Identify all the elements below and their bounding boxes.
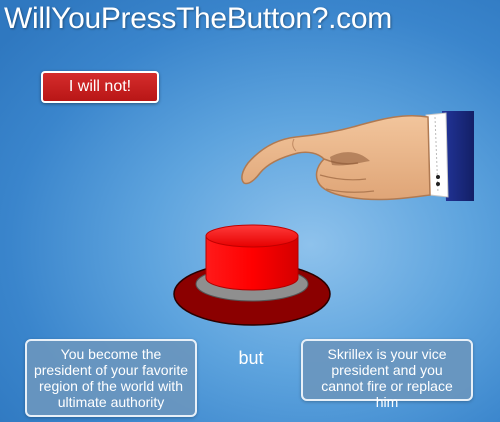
- connector-text: but: [238, 348, 264, 368]
- site-title[interactable]: WillYouPressTheButton?.com: [4, 2, 392, 36]
- benefit-card: You become the president of your favorit…: [25, 339, 197, 417]
- big-red-button[interactable]: [172, 222, 334, 328]
- pointing-hand-icon: [241, 111, 474, 201]
- refuse-button[interactable]: I will not!: [41, 71, 159, 103]
- consequence-card: Skrillex is your vice president and you …: [301, 339, 473, 410]
